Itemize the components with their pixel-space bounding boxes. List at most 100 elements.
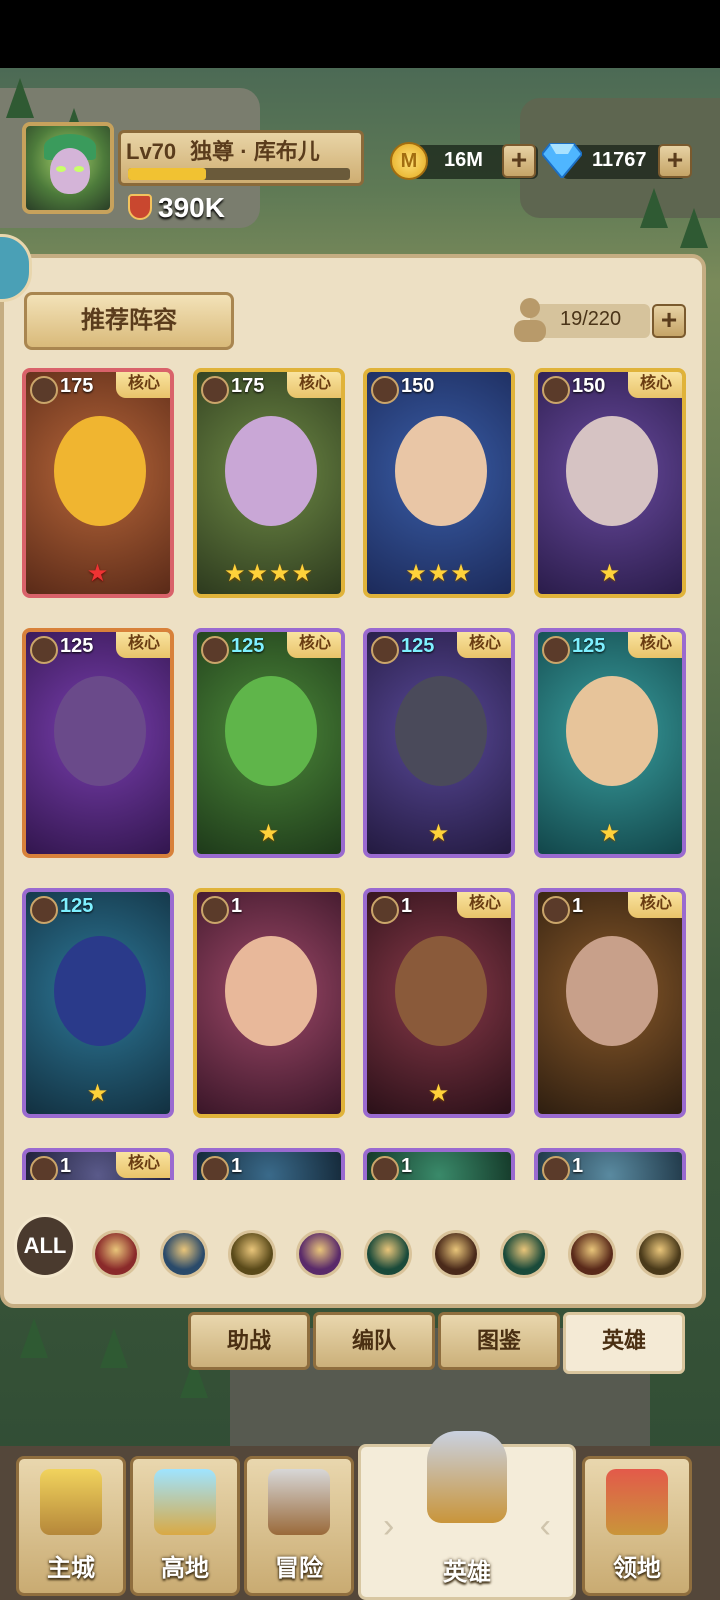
hero-level: 125 (572, 635, 606, 657)
hero-card[interactable]: 125 核心 (22, 628, 174, 858)
beast-icon (371, 896, 399, 924)
holy-icon (30, 636, 58, 664)
filter-mage-icon[interactable] (160, 1230, 208, 1278)
hero-level: 1 (572, 895, 584, 917)
filter-bow-icon[interactable] (500, 1230, 548, 1278)
expand-hero-slots-button[interactable]: + (652, 304, 686, 338)
tab-heroes[interactable]: 英雄 (563, 1312, 685, 1374)
filter-beast-icon[interactable] (568, 1230, 616, 1278)
dagger-icon (542, 896, 570, 924)
hero-figure (54, 676, 146, 786)
nav-territory[interactable]: 领地 (582, 1456, 692, 1596)
diamond-icon (542, 143, 582, 178)
hero-level: 125 (60, 895, 94, 917)
highland-icon (154, 1469, 216, 1535)
dagger-icon (201, 636, 229, 664)
nav-main-city[interactable]: 主城 (16, 1456, 126, 1596)
hero-figure (54, 936, 146, 1046)
filter-axe-icon[interactable] (636, 1230, 684, 1278)
filter-skull-icon[interactable] (296, 1230, 344, 1278)
holy-icon (30, 896, 58, 924)
core-badge: 核心 (287, 372, 341, 398)
shield-icon (30, 376, 58, 404)
crossed-swords-icon (268, 1469, 330, 1535)
hero-level: 150 (401, 375, 435, 397)
hero-stars: ★ (427, 820, 451, 847)
filter-holy-icon[interactable] (228, 1230, 276, 1278)
hero-figure (566, 416, 658, 526)
player-name: 独尊 · 库布儿 (190, 139, 320, 164)
hero-card[interactable]: 1 核心 ★ (363, 888, 515, 1118)
filter-paw-icon[interactable] (432, 1230, 480, 1278)
hero-count: 19/220 (560, 308, 622, 330)
left-chevron-icon: › (383, 1507, 395, 1545)
hero-figure (395, 416, 487, 526)
hero-level: 175 (231, 375, 265, 397)
nav-highland-label: 高地 (161, 1555, 209, 1582)
status-bar (0, 0, 720, 68)
beast-icon (371, 376, 399, 404)
hero-level: 125 (231, 635, 265, 657)
core-badge: 核心 (116, 1152, 170, 1178)
nav-heroes[interactable]: › ‹ 英雄 (358, 1431, 576, 1600)
core-badge: 核心 (628, 372, 682, 398)
nav-adventure[interactable]: 冒险 (244, 1456, 354, 1596)
hero-figure (225, 416, 317, 526)
core-badge: 核心 (628, 892, 682, 918)
hero-card[interactable]: 1 (193, 888, 345, 1118)
nav-main-city-label: 主城 (47, 1555, 95, 1582)
gold-value: 16M (444, 149, 483, 171)
hero-level: 1 (231, 1155, 243, 1177)
nav-territory-label: 领地 (613, 1555, 661, 1582)
tab-codex[interactable]: 图鉴 (438, 1312, 560, 1370)
add-gold-button[interactable]: + (502, 144, 536, 178)
hero-stars: ★ (257, 820, 281, 847)
core-badge: 核心 (457, 892, 511, 918)
hero-card[interactable]: 125 核心 ★ (363, 628, 515, 858)
hero-figure (395, 936, 487, 1046)
filter-dagger-icon[interactable] (364, 1230, 412, 1278)
hero-card[interactable]: 125 核心 ★ (193, 628, 345, 858)
tab-assist[interactable]: 助战 (188, 1312, 310, 1370)
right-chevron-icon: ‹ (539, 1507, 551, 1545)
hero-level: 125 (60, 635, 94, 657)
hero-card[interactable]: 125 核心 ★ (534, 628, 686, 858)
hero-level: 125 (401, 635, 435, 657)
xp-progress-bar (128, 168, 350, 180)
hero-level: 175 (60, 375, 94, 397)
nav-heroes-label: 英雄 (443, 1559, 491, 1586)
hero-stars: ★ (86, 560, 110, 587)
person-icon (514, 298, 546, 342)
hero-level: 1 (60, 1155, 72, 1177)
mage-icon (542, 636, 570, 664)
filter-all-button[interactable]: ALL (14, 1214, 76, 1278)
hero-card[interactable]: 125 ★ (22, 888, 174, 1118)
hero-card[interactable]: 175 核心 ★★★★ (193, 368, 345, 598)
list-fade (20, 1180, 690, 1210)
hero-figure (225, 936, 317, 1046)
recommend-lineup-button[interactable]: 推荐阵容 (24, 292, 234, 350)
hero-stars: ★ (598, 560, 622, 587)
hero-card[interactable]: 150 ★★★ (363, 368, 515, 598)
hero-figure (566, 676, 658, 786)
filter-shield-icon[interactable] (92, 1230, 140, 1278)
player-avatar[interactable] (22, 122, 114, 214)
hero-figure (566, 936, 658, 1046)
nav-highland[interactable]: 高地 (130, 1456, 240, 1596)
core-badge: 核心 (287, 632, 341, 658)
bow-icon (201, 376, 229, 404)
hero-card[interactable]: 1 核心 (534, 888, 686, 1118)
shield-icon (371, 636, 399, 664)
combat-power: 390K (158, 192, 225, 223)
hero-card[interactable]: 150 核心 ★ (534, 368, 686, 598)
hero-level: 150 (572, 375, 606, 397)
gold-coin-icon: M (390, 142, 428, 180)
tab-formation[interactable]: 编队 (313, 1312, 435, 1370)
add-gems-button[interactable]: + (658, 144, 692, 178)
territory-banner-icon (606, 1469, 668, 1535)
hero-card[interactable]: 175 核心 ★ (22, 368, 174, 598)
player-level-name: Lv70 独尊 · 库布儿 (126, 134, 334, 166)
hero-stars: ★ (598, 820, 622, 847)
hero-stars: ★ (427, 1080, 451, 1107)
hero-stars: ★ (86, 1080, 110, 1107)
